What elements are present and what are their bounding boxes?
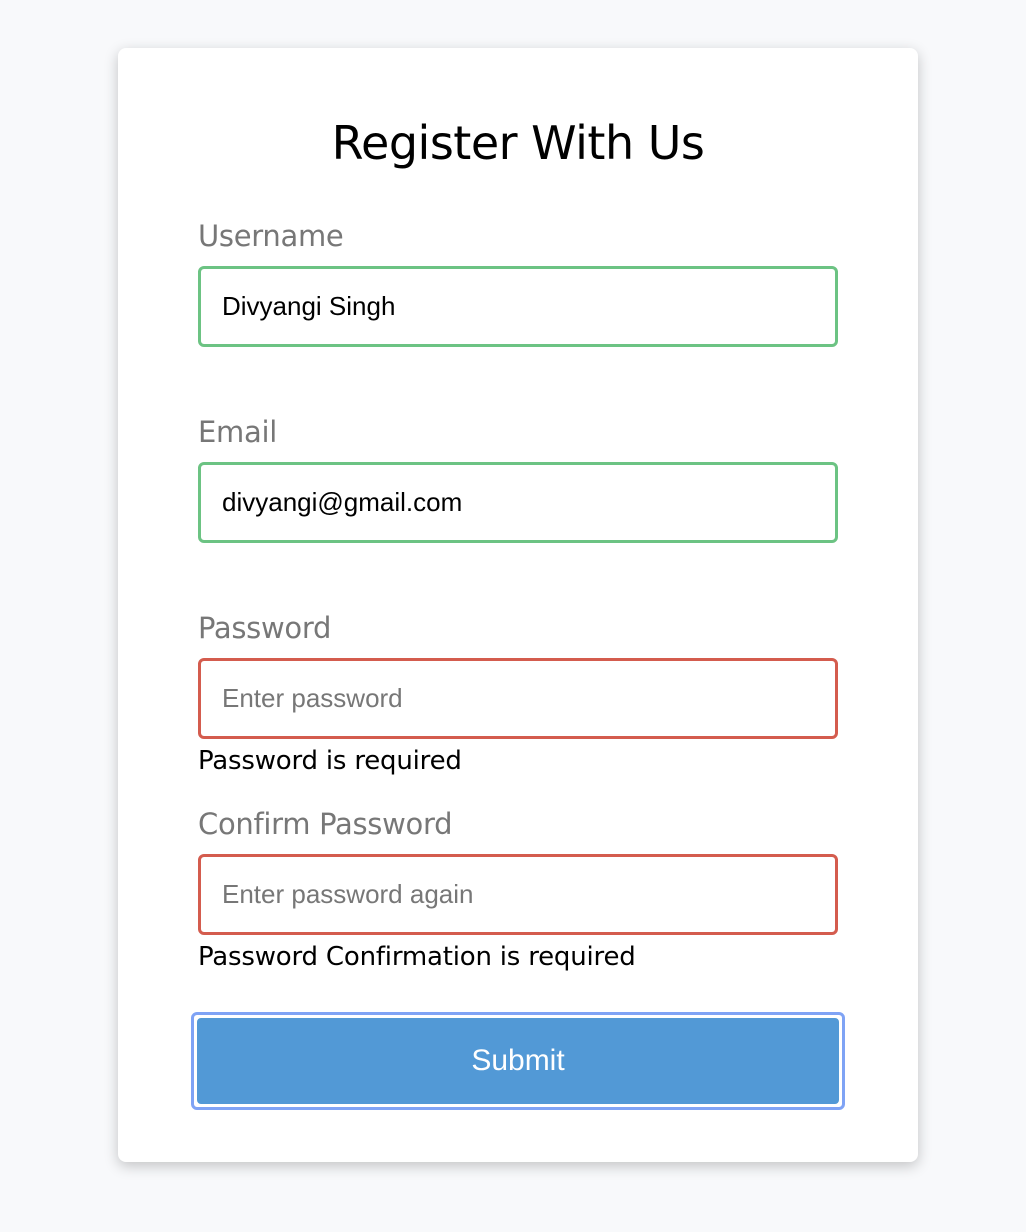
register-form-card: Register With Us Username Email Password…	[118, 48, 918, 1162]
submit-button[interactable]: Submit	[197, 1018, 839, 1104]
confirm-password-label: Confirm Password	[198, 807, 453, 841]
confirm-password-error-message: Password Confirmation is required	[198, 942, 636, 972]
password-input[interactable]	[198, 658, 838, 739]
email-form-group: Email	[198, 412, 838, 543]
email-label: Email	[198, 415, 277, 449]
username-form-group: Username	[198, 216, 838, 347]
password-form-group: Password Password is required	[198, 608, 838, 781]
email-input[interactable]	[198, 462, 838, 543]
submit-focus-ring: Submit	[191, 1012, 845, 1110]
username-input[interactable]	[198, 266, 838, 347]
password-error-message: Password is required	[198, 746, 462, 776]
confirm-password-input[interactable]	[198, 854, 838, 935]
password-label: Password	[198, 611, 332, 645]
confirm-password-form-group: Confirm Password Password Confirmation i…	[198, 804, 838, 977]
form-title: Register With Us	[331, 116, 705, 170]
username-label: Username	[198, 219, 344, 253]
